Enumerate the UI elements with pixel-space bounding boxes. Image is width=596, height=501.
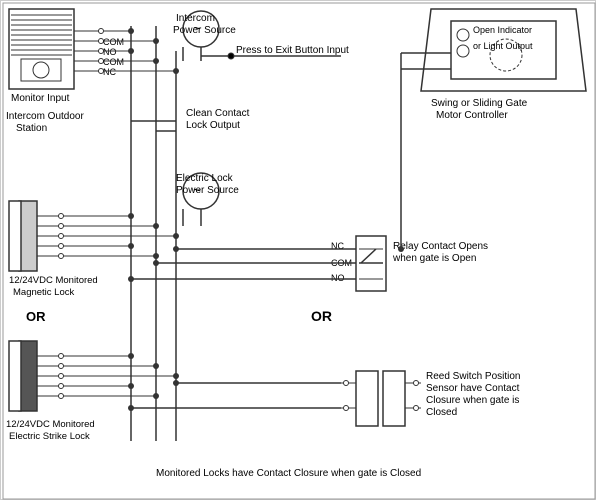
- svg-text:Clean Contact: Clean Contact: [186, 108, 250, 119]
- svg-text:Monitored Locks have Contact C: Monitored Locks have Contact Closure whe…: [156, 468, 421, 479]
- svg-text:Electric Lock: Electric Lock: [176, 173, 234, 184]
- svg-text:Open Indicator: Open Indicator: [473, 25, 532, 35]
- svg-text:or Light Output: or Light Output: [473, 41, 533, 51]
- svg-text:OR: OR: [311, 308, 332, 324]
- svg-text:Power Source: Power Source: [176, 185, 239, 196]
- monitor-input-label: Monitor Input: [11, 93, 70, 104]
- svg-text:NO: NO: [331, 273, 345, 283]
- wiring-diagram: Monitor Input Intercom Outdoor Station C…: [0, 0, 596, 500]
- svg-text:Station: Station: [16, 123, 47, 134]
- svg-text:COM: COM: [103, 57, 124, 67]
- svg-text:OR: OR: [26, 309, 46, 324]
- svg-text:Swing or Sliding Gate: Swing or Sliding Gate: [431, 98, 528, 109]
- svg-text:Intercom: Intercom: [176, 13, 215, 24]
- svg-text:Closed: Closed: [426, 407, 457, 418]
- svg-text:Press to Exit Button Input: Press to Exit Button Input: [236, 45, 349, 56]
- svg-text:NC: NC: [103, 67, 116, 77]
- svg-text:Lock Output: Lock Output: [186, 120, 240, 131]
- svg-text:Magnetic Lock: Magnetic Lock: [13, 287, 75, 298]
- intercom-outdoor-label: Intercom Outdoor: [6, 111, 84, 122]
- svg-text:Sensor have Contact: Sensor have Contact: [426, 383, 520, 394]
- svg-text:12/24VDC Monitored: 12/24VDC Monitored: [6, 419, 95, 430]
- svg-text:COM: COM: [103, 37, 124, 47]
- svg-text:Relay Contact Opens: Relay Contact Opens: [393, 241, 488, 252]
- svg-text:when gate is Open: when gate is Open: [392, 253, 476, 264]
- svg-text:NO: NO: [103, 47, 117, 57]
- svg-text:Power Source: Power Source: [173, 25, 236, 36]
- svg-text:Electric Strike Lock: Electric Strike Lock: [9, 431, 90, 442]
- svg-text:12/24VDC Monitored: 12/24VDC Monitored: [9, 275, 98, 286]
- svg-text:Reed Switch Position: Reed Switch Position: [426, 371, 521, 382]
- svg-text:Closure when gate is: Closure when gate is: [426, 395, 519, 406]
- svg-text:Motor Controller: Motor Controller: [436, 110, 508, 121]
